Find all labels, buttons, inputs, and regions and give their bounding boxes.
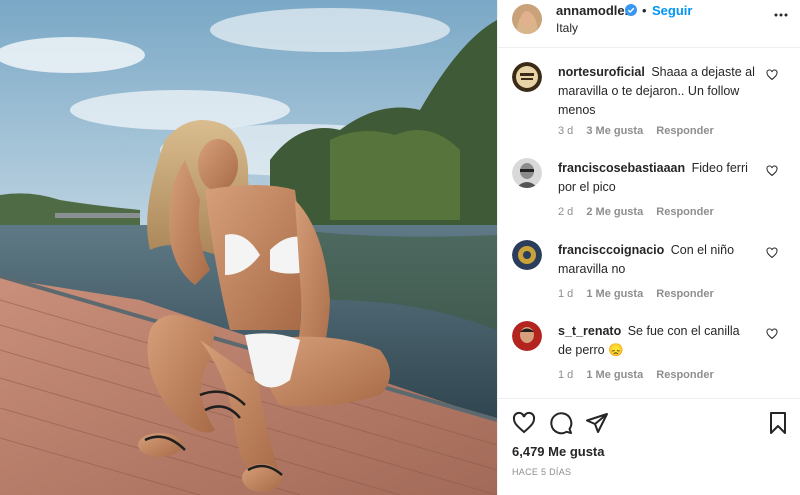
author-username[interactable]: annamodler	[556, 3, 630, 18]
comment-body: nortesuroficial Shaaa a dejaste al marav…	[558, 63, 756, 120]
author-avatar[interactable]	[512, 4, 542, 34]
comment-username[interactable]: franciscc​oignacio	[558, 243, 664, 257]
likes-count[interactable]: 6,479 Me gusta	[512, 444, 605, 459]
post-header: annamodler • Seguir Italy	[498, 0, 800, 48]
comment-username[interactable]: s_t_renato	[558, 324, 621, 338]
follow-button[interactable]: Seguir	[652, 3, 692, 18]
comment-body: s_t_renato Se fue con el canilla de perr…	[558, 322, 756, 360]
verified-badge-icon	[625, 4, 637, 16]
post-actions: 6,479 Me gusta HACE 5 DÍAS	[498, 398, 800, 495]
reply-button[interactable]: Responder	[656, 125, 713, 137]
comment-age[interactable]: 1 d	[558, 369, 573, 381]
comment-likes[interactable]: 1 Me gusta	[586, 288, 643, 300]
paper-plane-icon[interactable]	[585, 411, 609, 435]
commenter-avatar[interactable]	[512, 321, 542, 351]
comment-likes[interactable]: 2 Me gusta	[586, 206, 643, 218]
comment-meta: 1 d 1 Me gusta Responder	[558, 288, 724, 300]
commenter-avatar[interactable]	[512, 240, 542, 270]
commenter-avatar-image	[512, 240, 542, 270]
comment-age[interactable]: 1 d	[558, 288, 573, 300]
commenter-avatar[interactable]	[512, 158, 542, 188]
commenter-avatar-image	[512, 321, 542, 351]
reply-button[interactable]: Responder	[656, 369, 713, 381]
post-photo[interactable]	[0, 0, 497, 495]
bookmark-icon[interactable]	[766, 411, 790, 435]
commenter-avatar-image	[512, 62, 542, 92]
comment-username[interactable]: nortesuroficial	[558, 65, 645, 79]
reply-button[interactable]: Responder	[656, 206, 713, 218]
author-avatar-image	[512, 4, 542, 34]
reply-button[interactable]: Responder	[656, 288, 713, 300]
comment-meta: 2 d 2 Me gusta Responder	[558, 206, 724, 218]
comment-like-heart-icon[interactable]	[766, 328, 778, 340]
comment-meta: 1 d 1 Me gusta Responder	[558, 369, 724, 381]
comment-like-heart-icon[interactable]	[766, 69, 778, 81]
comment-likes[interactable]: 1 Me gusta	[586, 369, 643, 381]
comment-age[interactable]: 2 d	[558, 206, 573, 218]
comment-username[interactable]: francisco​sebastiaaan	[558, 161, 685, 175]
commenter-avatar[interactable]	[512, 62, 542, 92]
photo-image	[0, 0, 497, 495]
commenter-avatar-image	[512, 158, 542, 188]
post-timestamp[interactable]: HACE 5 DÍAS	[512, 467, 571, 477]
comment-icon[interactable]	[549, 411, 573, 435]
heart-icon[interactable]	[512, 411, 536, 435]
post-location[interactable]: Italy	[556, 21, 578, 35]
more-options-icon[interactable]	[773, 10, 789, 20]
instagram-post: annamodler • Seguir Italy nortesuroficia…	[0, 0, 800, 495]
comment-body: francisco​sebastiaaan Fideo ferri por el…	[558, 159, 756, 197]
header-separator: •	[642, 3, 647, 18]
comment-meta: 3 d 3 Me gusta Responder	[558, 125, 724, 137]
comment-like-heart-icon[interactable]	[766, 165, 778, 177]
comment-like-heart-icon[interactable]	[766, 247, 778, 259]
comment-age[interactable]: 3 d	[558, 125, 573, 137]
comment-body: franciscc​oignacio Con el niño maravilla…	[558, 241, 756, 279]
comment-likes[interactable]: 3 Me gusta	[586, 125, 643, 137]
post-sidebar: annamodler • Seguir Italy nortesuroficia…	[497, 0, 800, 495]
